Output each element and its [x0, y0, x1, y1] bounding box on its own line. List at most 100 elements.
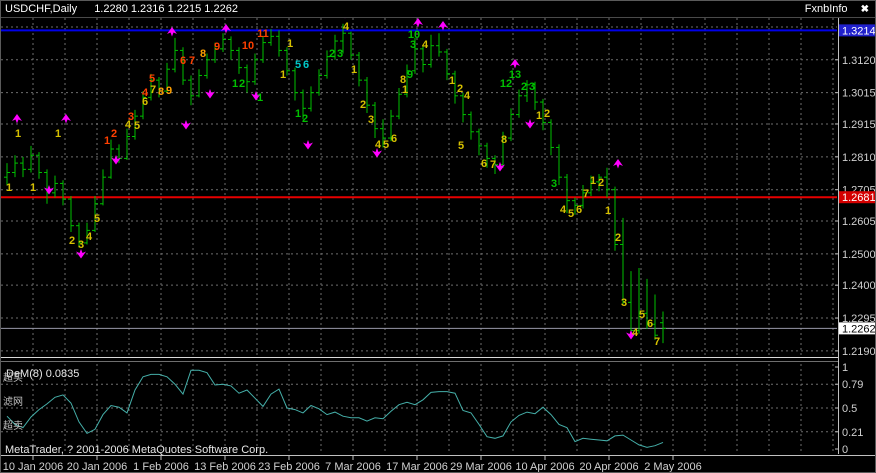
wave-count-label: 5 [458, 140, 464, 152]
wave-count-label: 6 [391, 133, 397, 145]
time-scale-label: 7 Mar 2006 [325, 461, 381, 473]
wave-count-label: 4 [422, 39, 429, 51]
indicator-scale-label: 0.5 [842, 403, 857, 415]
wave-count-label: 1 [536, 110, 542, 122]
wave-count-label: 2 [111, 128, 117, 140]
wave-count-label: 4 [343, 21, 350, 33]
wave-count-label: 5 [134, 120, 140, 132]
chart-background[interactable] [1, 1, 876, 473]
chart-title-bar: USDCHF,Daily 1.2280 1.2316 1.2215 1.2262… [1, 1, 875, 18]
time-scale-label: 1 Feb 2006 [133, 461, 189, 473]
wave-count-label: 8 [501, 134, 507, 146]
wave-count-label: 5 [295, 59, 301, 71]
price-scale-label: 1.2400 [842, 280, 876, 292]
wave-count-label: 11 [257, 28, 269, 40]
wave-count-label: 10 [242, 40, 254, 52]
chart-canvas[interactable]: 1111234512345456789678910111212111561223… [1, 1, 876, 473]
price-scale-label: 1.3120 [842, 55, 876, 67]
wave-count-label: 6 [647, 318, 653, 330]
chart-ohlc-values: 1.2280 1.2316 1.2215 1.2262 [94, 3, 238, 15]
wave-count-label: 1 [257, 92, 263, 104]
wave-count-label: 1 [55, 128, 61, 140]
wave-count-label: 3 [410, 39, 416, 51]
wave-count-label: 1 [15, 128, 21, 140]
wave-count-label: 9 [407, 69, 413, 81]
wave-count-label: 4 [125, 119, 132, 131]
wave-count-label: 1 [590, 175, 596, 187]
wave-count-label: 3 [368, 114, 374, 126]
price-scale-label: 1.2190 [842, 346, 876, 358]
wave-count-label: 2 [544, 108, 550, 120]
price-scale-label: 1.3015 [842, 88, 876, 100]
wave-count-label: 6 [142, 96, 148, 108]
wave-count-label: 2 [239, 78, 245, 90]
wave-count-label: 3 [529, 81, 535, 93]
time-scale-label: 10 Apr 2006 [515, 461, 574, 473]
wave-count-label: 6 [576, 204, 582, 216]
wave-count-label: 3 [78, 239, 84, 251]
price-tag-value: 1.3214 [842, 25, 876, 37]
indicator-scale-label: 0 [842, 444, 848, 456]
price-tag-value: 1.2681 [842, 192, 876, 204]
wave-count-label: 1 [351, 64, 357, 76]
wave-count-label: 3 [621, 297, 627, 309]
time-scale-label: 20 Jan 2006 [67, 461, 128, 473]
wave-count-label: 6 [180, 55, 186, 67]
wave-count-label: 2 [360, 99, 366, 111]
wave-count-label: 13 [509, 69, 521, 81]
wave-count-label: 5 [639, 309, 645, 321]
wave-count-label: 1 [287, 38, 293, 50]
indicator-level-label: 滤网 [3, 395, 23, 408]
wave-count-label: 1 [280, 69, 286, 81]
close-icon[interactable]: ✖ [861, 4, 869, 15]
wave-count-label: 7 [189, 55, 195, 67]
wave-count-label: 7 [150, 84, 156, 96]
expert-advisor-label: FxnbInfo [805, 3, 848, 15]
wave-count-label: 4 [375, 139, 382, 151]
wave-count-label: 3 [337, 48, 343, 60]
wave-count-label: 9 [166, 85, 172, 97]
wave-count-label: 5 [94, 213, 100, 225]
wave-count-label: 2 [598, 177, 604, 189]
price-scale-label: 1.2915 [842, 119, 876, 131]
wave-count-label: 5 [383, 139, 389, 151]
time-scale-label: 23 Feb 2006 [258, 461, 320, 473]
time-scale-label: 13 Feb 2006 [194, 461, 256, 473]
wave-count-label: 3 [551, 178, 557, 190]
wave-count-label: 7 [490, 159, 496, 171]
wave-count-label: 9 [214, 41, 220, 53]
wave-count-label: 4 [560, 204, 567, 216]
price-scale-label: 1.2810 [842, 152, 876, 164]
wave-count-label: 1 [104, 135, 110, 147]
indicator-scale-label: 1 [842, 362, 848, 374]
price-tag-value: 1.2262 [842, 323, 876, 335]
wave-count-label: 8 [200, 48, 206, 60]
mt4-chart-window: USDCHF,Daily 1.2280 1.2316 1.2215 1.2262… [0, 0, 876, 473]
wave-count-label: 7 [583, 188, 589, 200]
wave-count-label: 2 [457, 83, 463, 95]
indicator-level-label: 超买 [3, 371, 23, 384]
copyright-text: MetaTrader, ? 2001-2006 MetaQuotes Softw… [5, 444, 268, 456]
time-scale-label: 10 Jan 2006 [3, 461, 64, 473]
wave-count-label: 4 [464, 90, 471, 102]
wave-count-label: 7 [654, 336, 660, 348]
wave-count-label: 1 [449, 75, 455, 87]
wave-count-label: 4 [86, 231, 93, 243]
time-scale-label: 20 Apr 2006 [579, 461, 638, 473]
wave-count-label: 1 [30, 182, 36, 194]
time-scale-label: 29 Mar 2006 [450, 461, 512, 473]
indicator-scale-label: 0.21 [842, 427, 863, 439]
wave-count-label: 2 [615, 232, 621, 244]
chart-symbol-title: USDCHF,Daily [5, 3, 77, 15]
time-scale-label: 2 May 2006 [644, 461, 701, 473]
indicator-scale-label: 0.79 [842, 379, 863, 391]
wave-count-label: 5 [568, 208, 574, 220]
wave-count-label: 2 [521, 81, 527, 93]
price-scale-label: 1.2500 [842, 249, 876, 261]
wave-count-label: 1 [232, 78, 238, 90]
wave-count-label: 4 [632, 327, 639, 339]
indicator-level-label: 超卖 [3, 419, 23, 432]
time-scale-label: 17 Mar 2006 [386, 461, 448, 473]
wave-count-label: 2 [329, 48, 335, 60]
wave-count-label: 2 [69, 235, 75, 247]
